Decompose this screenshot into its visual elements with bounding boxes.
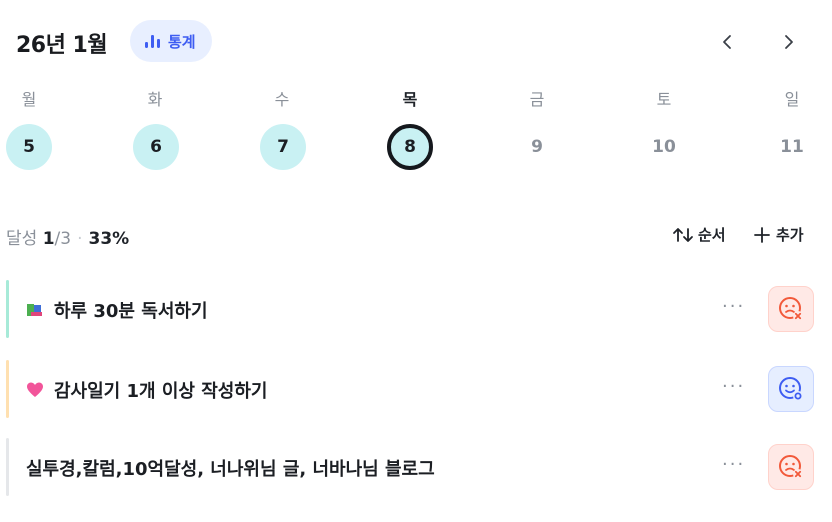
day-8-today[interactable]: 8 xyxy=(387,124,433,170)
task-title: 하루 30분 독서하기 xyxy=(54,301,208,322)
task-title-row: 실투경,칼럼,10억달성, 너나위님 글, 너바나님 블로그 xyxy=(26,455,435,481)
day-row: 5 6 7 8 9 10 11 xyxy=(0,124,832,174)
task-title: 감사일기 1개 이상 작성하기 xyxy=(54,381,268,402)
chevron-left-icon xyxy=(723,35,731,49)
task-item[interactable]: 실투경,칼럼,10억달성, 너나위님 글, 너바나님 블로그 ··· xyxy=(0,438,832,496)
task-color-bar xyxy=(6,438,9,496)
task-color-bar xyxy=(6,360,9,418)
weekday-mon: 월 xyxy=(21,90,37,109)
weekday-sat: 토 xyxy=(656,90,672,109)
add-button[interactable]: 추가 xyxy=(754,224,804,245)
weekday-tue: 화 xyxy=(147,90,163,109)
more-button[interactable]: ··· xyxy=(722,454,745,475)
calendar-header: 26년 1월 통계 xyxy=(0,0,832,84)
status-fail-button[interactable] xyxy=(768,444,814,490)
task-color-bar xyxy=(6,280,9,338)
prev-week-button[interactable] xyxy=(714,28,742,56)
weekday-thu: 목 xyxy=(402,90,418,109)
summary-label: 달성 xyxy=(6,229,38,249)
books-icon xyxy=(27,304,42,316)
stats-label: 통계 xyxy=(168,32,196,51)
bar-chart-icon xyxy=(145,35,160,48)
weekday-row: 월 화 수 목 금 토 일 xyxy=(0,86,832,110)
summary-total: /3 xyxy=(54,229,72,249)
add-label: 추가 xyxy=(776,226,804,244)
next-week-button[interactable] xyxy=(774,28,802,56)
weekday-fri: 금 xyxy=(529,90,545,109)
month-title: 26년 1월 xyxy=(16,33,108,58)
day-9[interactable]: 9 xyxy=(514,124,560,170)
more-button[interactable]: ··· xyxy=(722,376,745,397)
task-item[interactable]: 하루 30분 독서하기 ··· xyxy=(0,280,832,338)
weekday-wed: 수 xyxy=(274,90,290,109)
day-10[interactable]: 10 xyxy=(641,124,687,170)
smile-face-o-icon xyxy=(779,377,803,401)
chevron-right-icon xyxy=(785,35,793,49)
weekday-sun: 일 xyxy=(784,90,800,109)
summary-done: 1 xyxy=(42,229,55,249)
sad-face-x-icon xyxy=(779,455,803,479)
day-5[interactable]: 5 xyxy=(6,124,52,170)
plus-icon xyxy=(754,226,770,243)
summary-percent: 33% xyxy=(88,229,130,249)
more-button[interactable]: ··· xyxy=(722,296,745,317)
summary-separator: · xyxy=(77,229,83,249)
sort-arrows-icon xyxy=(673,227,693,242)
task-title-row: 감사일기 1개 이상 작성하기 xyxy=(26,377,267,403)
status-ok-button[interactable] xyxy=(768,366,814,412)
sort-button[interactable]: 순서 xyxy=(672,224,726,245)
day-7[interactable]: 7 xyxy=(260,124,306,170)
pink-heart-icon xyxy=(27,382,43,397)
task-item[interactable]: 감사일기 1개 이상 작성하기 ··· xyxy=(0,360,832,418)
day-11[interactable]: 11 xyxy=(769,124,815,170)
sort-label: 순서 xyxy=(698,226,726,244)
stats-button[interactable]: 통계 xyxy=(130,20,212,62)
status-fail-button[interactable] xyxy=(768,286,814,332)
achievement-summary: 달성 1/3 · 33% xyxy=(6,224,129,249)
day-6[interactable]: 6 xyxy=(133,124,179,170)
sad-face-x-icon xyxy=(779,297,803,321)
task-title: 실투경,칼럼,10억달성, 너나위님 글, 너바나님 블로그 xyxy=(26,459,435,480)
summary-row: 달성 1/3 · 33% 순서 추가 xyxy=(0,222,832,250)
task-title-row: 하루 30분 독서하기 xyxy=(26,297,208,323)
